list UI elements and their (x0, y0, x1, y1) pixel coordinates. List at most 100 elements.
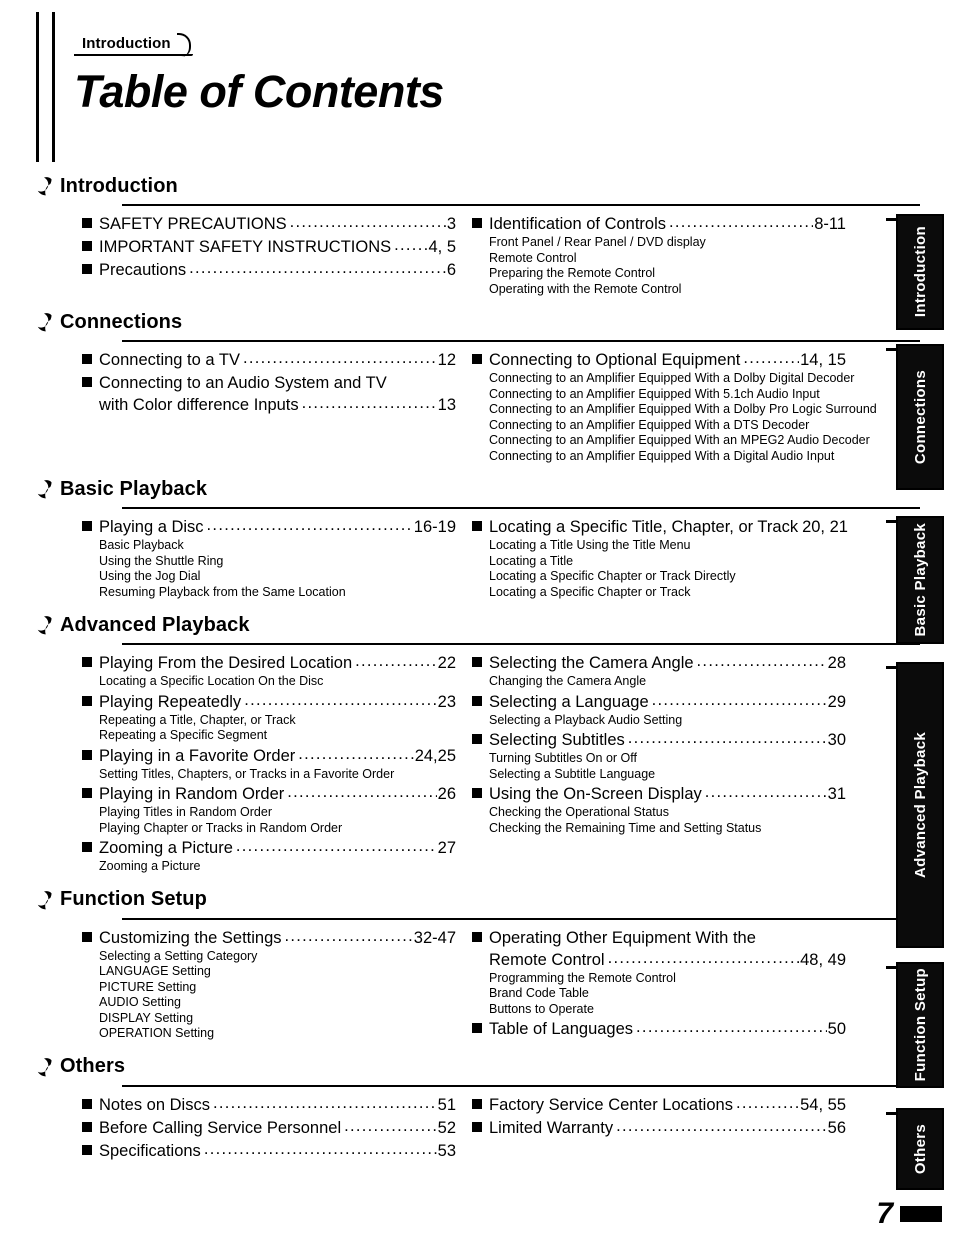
toc-entry[interactable]: Connecting to a TV......................… (82, 349, 456, 371)
toc-entry[interactable]: Operating Other Equipment With the Remote… (472, 927, 846, 1018)
toc-entry[interactable]: Specifications..........................… (82, 1140, 456, 1162)
toc-entry[interactable]: Precautions.............................… (82, 259, 456, 281)
toc-subentry: Remote Control (489, 250, 577, 265)
toc-column-left: Playing a Disc..........................… (82, 516, 456, 601)
toc-subentry: Playing Chapter or Tracks in Random Orde… (99, 820, 343, 835)
toc-subentry: Locating a Specific Chapter or Track Dir… (489, 569, 736, 583)
toc-subentry: AUDIO Setting (99, 995, 181, 1009)
side-tab-introduction[interactable]: Introduction (896, 214, 944, 330)
leader-dots: ........................................… (206, 516, 413, 534)
toc-subentry-list: Setting Titles, Chapters, or Tracks in a… (82, 767, 456, 783)
toc-entry[interactable]: Factory Service Center Locations........… (472, 1094, 846, 1116)
toc-entry-pages: 54, 55 (800, 1095, 846, 1114)
toc-entry-label: Using the On-Screen Display (489, 785, 702, 803)
toc-entry[interactable]: Limited Warranty........................… (472, 1117, 846, 1139)
section-divider (122, 1084, 920, 1087)
toc-section-title: Connections (60, 310, 183, 333)
toc-entry-pages: 16-19 (413, 518, 456, 536)
toc-entry[interactable]: Selecting the Camera Angle..............… (472, 652, 846, 690)
toc-entry[interactable]: Table of Languages......................… (472, 1018, 846, 1040)
leader-dots: ........................................… (394, 236, 427, 254)
toc-entry-pages: 24,25 (414, 746, 456, 765)
toc-subentry-list: Checking the Operational Status Checking … (472, 805, 846, 836)
side-tab-others[interactable]: Others (896, 1108, 944, 1190)
toc-entry[interactable]: Customizing the Settings................… (82, 927, 456, 1042)
toc-entry[interactable]: Identification of Controls..............… (472, 213, 846, 297)
page-number: 7 (876, 1197, 893, 1230)
toc-entry[interactable]: Playing Repeatedly......................… (82, 691, 456, 744)
toc-subentry: Locating a Title (489, 553, 574, 568)
toc-entry[interactable]: SAFETY PRECAUTIONS......................… (82, 213, 456, 235)
crescent-moon-icon (34, 312, 54, 332)
toc-entry[interactable]: Connecting to Optional Equipment........… (472, 349, 877, 464)
toc-subentry: Front Panel / Rear Panel / DVD display (489, 235, 706, 249)
leader-dots: ........................................… (651, 690, 827, 709)
toc-entry[interactable]: IMPORTANT SAFETY INSTRUCTIONS...........… (82, 236, 456, 258)
bullet-square-icon (472, 657, 482, 667)
bullet-square-icon (472, 218, 482, 228)
toc-entry[interactable]: Before Calling Service Personnel........… (82, 1117, 456, 1139)
leader-dots: ........................................… (284, 926, 413, 945)
toc-subentry-list: Turning Subtitles On or Off Selecting a S… (472, 751, 846, 782)
toc-entry[interactable]: Locating a Specific Title, Chapter, or T… (472, 516, 848, 600)
toc-entry-label: Selecting the Camera Angle (489, 654, 694, 672)
toc-entry[interactable]: Zooming a Picture.......................… (82, 837, 456, 875)
toc-subentry: Buttons to Operate (489, 1001, 594, 1016)
toc-entry-pages: 51 (437, 1095, 456, 1114)
bullet-square-icon (82, 657, 92, 667)
section-divider (122, 643, 920, 645)
toc-entry[interactable]: Playing in Random Order.................… (82, 783, 456, 836)
toc-section: Connections Connecting to a TV...........… (0, 308, 954, 465)
toc-subentry: Preparing the Remote Control (489, 266, 656, 280)
toc-entry-pages: 32-47 (413, 928, 456, 947)
toc-entry[interactable]: Playing From the Desired Location.......… (82, 652, 456, 690)
leader-dots: ........................................… (355, 652, 437, 670)
toc-entry[interactable]: Connecting to an Audio System and TV with… (82, 372, 456, 416)
side-tab-basic-playback[interactable]: Basic Playback (896, 516, 944, 644)
leader-dots: ........................................… (289, 213, 446, 231)
toc-subentry: Connecting to an Amplifier Equipped With… (489, 417, 810, 432)
side-tab-connections[interactable]: Connections (896, 344, 944, 490)
bullet-square-icon (472, 788, 482, 798)
toc-entry[interactable]: Selecting Subtitles.....................… (472, 729, 846, 782)
side-tab-advanced-playback[interactable]: Advanced Playback (896, 662, 944, 948)
bullet-square-icon (82, 931, 92, 942)
bullet-square-icon (472, 1098, 482, 1109)
toc-subentry-list: Selecting a Playback Audio Setting (472, 713, 846, 729)
toc-entry[interactable]: Using the On-Screen Display.............… (472, 783, 846, 836)
toc-entry[interactable]: Playing in a Favorite Order.............… (82, 745, 456, 783)
section-divider (122, 917, 920, 920)
toc-column-left: Customizing the Settings................… (82, 927, 456, 1043)
section-divider (122, 204, 920, 206)
bullet-square-icon (82, 218, 92, 228)
toc-entry-label: SAFETY PRECAUTIONS (99, 215, 287, 233)
toc-entry[interactable]: Selecting a Language....................… (472, 691, 846, 729)
leader-dots: ........................................… (235, 837, 437, 855)
toc-section-header: Others (34, 1053, 954, 1081)
side-tab-function-setup[interactable]: Function Setup (896, 962, 944, 1088)
leader-dots: ........................................… (607, 948, 800, 967)
toc-entry-label: Factory Service Center Locations (489, 1095, 733, 1114)
toc-column-right: Operating Other Equipment With the Remote… (472, 927, 846, 1043)
side-tab-label: Connections (911, 369, 929, 465)
toc-subentry-list: Basic Playback Using the Shuttle Ring Usin… (82, 538, 456, 600)
toc-subentry: Locating a Specific Location On the Disc (99, 674, 324, 688)
bullet-square-icon (82, 749, 92, 760)
toc-column-right: Locating a Specific Title, Chapter, or T… (472, 516, 848, 601)
leader-dots: ........................................… (696, 652, 827, 670)
section-divider (122, 340, 920, 342)
toc-entry[interactable]: Notes on Discs..........................… (82, 1094, 456, 1116)
toc-column-left: SAFETY PRECAUTIONS......................… (82, 213, 456, 298)
toc-entry-pages: 13 (437, 396, 456, 414)
bullet-square-icon (82, 788, 92, 798)
margin-rule-inner (52, 12, 55, 162)
bullet-square-icon (472, 931, 482, 942)
leader-dots: ........................................… (242, 349, 437, 367)
toc-subentry: Checking the Remaining Time and Setting … (489, 820, 762, 835)
leader-dots: ........................................… (669, 213, 813, 231)
toc-entry[interactable]: Playing a Disc..........................… (82, 516, 456, 600)
leader-dots: ........................................… (203, 1139, 437, 1158)
toc-subentry-list: Locating a Specific Location On the Disc (82, 674, 456, 690)
toc-subentry: DISPLAY Setting (99, 1010, 194, 1025)
leader-dots: ........................................… (189, 259, 446, 277)
